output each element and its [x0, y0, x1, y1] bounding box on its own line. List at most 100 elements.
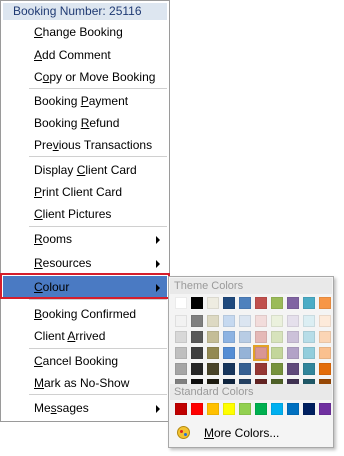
- theme-color-shade-swatch[interactable]: [319, 315, 331, 327]
- standard-color-swatch[interactable]: [271, 403, 283, 415]
- theme-color-shade-swatch[interactable]: [207, 347, 219, 359]
- standard-color-swatch[interactable]: [175, 403, 187, 415]
- theme-color-shade-swatch[interactable]: [255, 315, 267, 327]
- theme-color-shade-swatch[interactable]: [239, 315, 251, 327]
- menu-item-label: Client Arrived: [34, 329, 106, 343]
- theme-color-shade-swatch[interactable]: [239, 363, 251, 375]
- menu-item-label: Rooms: [34, 232, 73, 246]
- theme-color-shade-swatch[interactable]: [253, 345, 269, 361]
- standard-color-swatch[interactable]: [223, 403, 235, 415]
- menu-item-booking-refund[interactable]: Booking Refund: [3, 112, 167, 135]
- submenu-arrow-icon: [156, 284, 160, 292]
- theme-color-shade-swatch[interactable]: [287, 363, 299, 375]
- theme-color-shade-swatch[interactable]: [223, 347, 235, 359]
- theme-color-swatch[interactable]: [191, 297, 203, 309]
- theme-color-shade-swatch[interactable]: [255, 331, 267, 343]
- menu-item-rooms[interactable]: Rooms: [3, 228, 167, 251]
- theme-color-shade-swatch[interactable]: [191, 363, 203, 375]
- theme-color-shade-swatch[interactable]: [239, 347, 251, 359]
- theme-color-shade-swatch[interactable]: [271, 363, 283, 375]
- theme-color-shade-swatch[interactable]: [271, 331, 283, 343]
- theme-color-shade-swatch[interactable]: [271, 347, 283, 359]
- menu-item-label: Print Client Card: [34, 185, 123, 199]
- theme-color-swatch[interactable]: [319, 297, 331, 309]
- menu-item-add-comment[interactable]: Add Comment: [3, 44, 167, 67]
- theme-color-shade-swatch[interactable]: [271, 315, 283, 327]
- theme-color-shade-swatch[interactable]: [191, 315, 203, 327]
- theme-color-shade-swatch[interactable]: [223, 331, 235, 343]
- booking-context-menu: Booking Number: 25116 Change Booking Add …: [0, 0, 170, 422]
- menu-item-label: Booking Confirmed: [34, 307, 137, 321]
- theme-color-shade-swatch[interactable]: [303, 347, 315, 359]
- standard-colors-header: Standard Colors: [170, 384, 332, 400]
- submenu-arrow-icon: [156, 260, 160, 268]
- menu-item-label: Add Comment: [34, 48, 111, 62]
- menu-item-resources[interactable]: Resources: [3, 252, 167, 275]
- theme-color-shade-swatch[interactable]: [223, 363, 235, 375]
- menu-item-change-booking[interactable]: Change Booking: [3, 21, 167, 44]
- menu-item-label: Booking Refund: [34, 116, 120, 130]
- theme-color-shade-swatch[interactable]: [319, 347, 331, 359]
- theme-color-shade-swatch[interactable]: [207, 331, 219, 343]
- standard-color-swatch[interactable]: [303, 403, 315, 415]
- menu-item-copy-or-move-booking[interactable]: Copy or Move Booking: [3, 66, 167, 89]
- menu-item-label: Cancel Booking: [34, 354, 119, 368]
- menu-item-label: Client Pictures: [34, 207, 112, 221]
- theme-color-swatch[interactable]: [175, 297, 187, 309]
- menu-item-booking-confirmed[interactable]: Booking Confirmed: [3, 303, 167, 326]
- theme-color-shade-swatch[interactable]: [319, 363, 331, 375]
- menu-item-previous-transactions[interactable]: Previous Transactions: [3, 134, 167, 157]
- menu-item-label: Booking Payment: [34, 94, 129, 108]
- theme-color-shade-swatch[interactable]: [207, 315, 219, 327]
- theme-color-swatch[interactable]: [255, 297, 267, 309]
- theme-color-shade-swatch[interactable]: [239, 331, 251, 343]
- theme-color-shade-swatch[interactable]: [303, 331, 315, 343]
- theme-color-swatch[interactable]: [303, 297, 315, 309]
- theme-color-shade-swatch[interactable]: [207, 363, 219, 375]
- menu-item-label: Resources: [34, 256, 92, 270]
- menu-item-booking-payment[interactable]: Booking Payment: [3, 90, 167, 113]
- menu-item-client-arrived[interactable]: Client Arrived: [3, 325, 167, 348]
- standard-color-swatch[interactable]: [287, 403, 299, 415]
- theme-color-swatch[interactable]: [287, 297, 299, 309]
- more-colors-button[interactable]: More Colors...: [170, 422, 332, 444]
- menu-item-label: Copy or Move Booking: [34, 70, 156, 84]
- menu-item-print-client-card[interactable]: Print Client Card: [3, 181, 167, 204]
- menu-item-mark-as-no-show[interactable]: Mark as No-Show: [3, 372, 167, 395]
- theme-color-shade-swatch[interactable]: [303, 363, 315, 375]
- menu-item-messages[interactable]: Messages: [3, 397, 167, 420]
- theme-color-shade-swatch[interactable]: [255, 363, 267, 375]
- theme-color-shade-swatch[interactable]: [287, 331, 299, 343]
- menu-item-client-pictures[interactable]: Client Pictures: [3, 203, 167, 226]
- theme-color-shade-swatch[interactable]: [175, 347, 187, 359]
- color-palette-icon: [177, 426, 190, 439]
- colour-submenu: Theme Colors Standard Colors More Colors…: [168, 276, 334, 448]
- theme-color-shade-swatch[interactable]: [287, 347, 299, 359]
- theme-color-shade-swatch[interactable]: [287, 315, 299, 327]
- menu-item-label: Colour: [34, 280, 70, 294]
- theme-color-shade-swatch[interactable]: [175, 363, 187, 375]
- menu-item-label: Change Booking: [34, 25, 123, 39]
- theme-color-swatch[interactable]: [239, 297, 251, 309]
- standard-color-swatch[interactable]: [191, 403, 203, 415]
- standard-color-swatch[interactable]: [319, 403, 331, 415]
- theme-color-shade-swatch[interactable]: [175, 331, 187, 343]
- theme-color-shade-swatch[interactable]: [191, 347, 203, 359]
- booking-number-header: Booking Number: 25116: [3, 3, 167, 20]
- menu-item-display-client-card[interactable]: Display Client Card: [3, 159, 167, 182]
- theme-color-swatch[interactable]: [207, 297, 219, 309]
- standard-color-swatch[interactable]: [255, 403, 267, 415]
- theme-color-shade-swatch[interactable]: [319, 331, 331, 343]
- theme-color-shade-swatch[interactable]: [303, 315, 315, 327]
- theme-colors-header: Theme Colors: [170, 278, 332, 294]
- menu-item-colour[interactable]: Colour: [3, 276, 167, 299]
- standard-color-swatch[interactable]: [207, 403, 219, 415]
- theme-color-shade-swatch[interactable]: [191, 331, 203, 343]
- theme-color-shade-swatch[interactable]: [175, 315, 187, 327]
- theme-color-swatch[interactable]: [271, 297, 283, 309]
- menu-item-cancel-booking[interactable]: Cancel Booking: [3, 350, 167, 373]
- standard-color-swatch[interactable]: [239, 403, 251, 415]
- theme-color-shade-swatch[interactable]: [223, 315, 235, 327]
- menu-item-label: Previous Transactions: [34, 138, 153, 152]
- theme-color-swatch[interactable]: [223, 297, 235, 309]
